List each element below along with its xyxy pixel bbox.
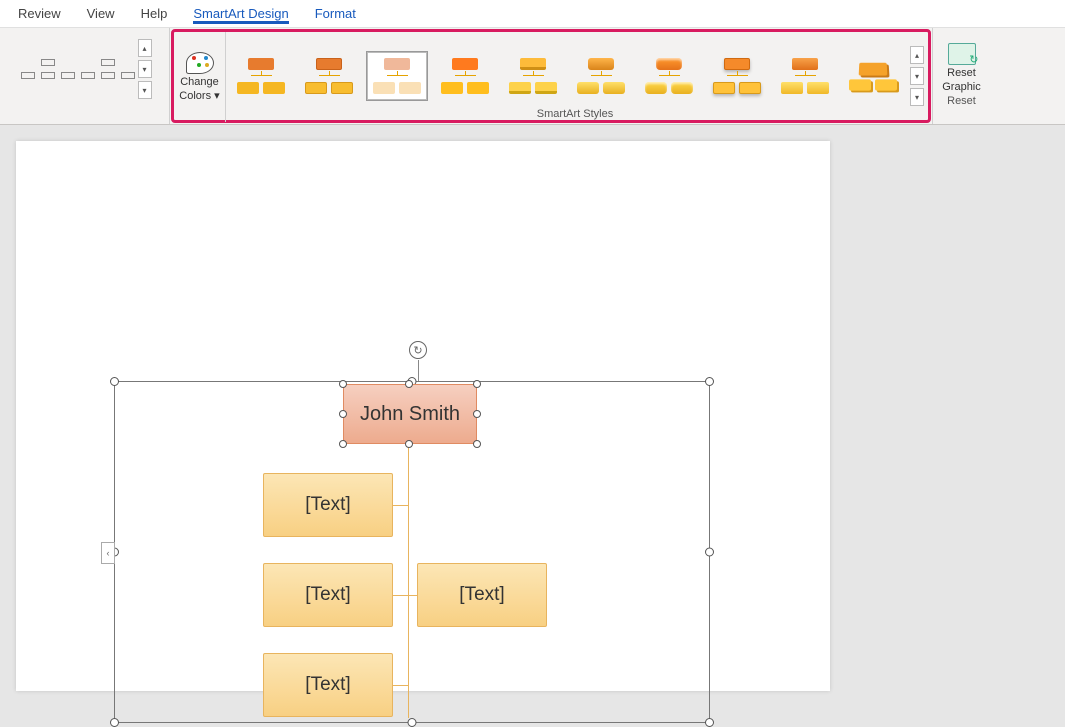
style-thumb-7[interactable]: [638, 51, 700, 101]
layouts-group-label: [0, 110, 169, 124]
node-handle[interactable]: [473, 380, 481, 388]
style-thumb-6[interactable]: [570, 51, 632, 101]
smartart-node-child-3[interactable]: [Text]: [417, 563, 547, 627]
styles-scroll-down[interactable]: ▾: [910, 67, 924, 85]
chevron-down-icon: ▾: [214, 90, 220, 102]
layouts-more[interactable]: ▾: [138, 81, 152, 99]
document-area: ↻ ‹ John Smith: [0, 125, 1065, 691]
style-thumb-4[interactable]: [434, 51, 496, 101]
text-pane-toggle[interactable]: ‹: [101, 542, 115, 564]
smartart-node-child-2[interactable]: [Text]: [263, 563, 393, 627]
styles-gallery-controls: ▴ ▾ ▾: [910, 46, 924, 106]
tab-review[interactable]: Review: [18, 4, 61, 23]
style-thumb-2[interactable]: [298, 51, 360, 101]
smartart-styles-group-label: SmartArt Styles: [175, 108, 975, 120]
reset-graphic-label-2: Graphic: [942, 81, 981, 93]
change-colors-label-2: Colors ▾: [179, 90, 219, 102]
smartart-node-child-1[interactable]: [Text]: [263, 473, 393, 537]
node-handle[interactable]: [405, 380, 413, 388]
smartart-node-child-4[interactable]: [Text]: [263, 653, 393, 717]
tab-view[interactable]: View: [87, 4, 115, 23]
resize-handle-r[interactable]: [705, 548, 714, 557]
layouts-scroll-down[interactable]: ▾: [138, 60, 152, 78]
resize-handle-b[interactable]: [408, 718, 417, 727]
smartart-selection-frame[interactable]: ‹ John Smith [Text] [Text] [Text] [Text]: [114, 381, 710, 723]
ribbon: ▴ ▾ ▾ Change Colors ▾: [0, 28, 1065, 125]
layouts-scroll-up[interactable]: ▴: [138, 39, 152, 57]
palette-icon: [186, 52, 214, 74]
node-handle[interactable]: [405, 440, 413, 448]
connector-h1: [393, 505, 408, 506]
document-page[interactable]: ↻ ‹ John Smith: [16, 141, 830, 691]
resize-handle-bl[interactable]: [110, 718, 119, 727]
tab-smartart-design[interactable]: SmartArt Design: [193, 4, 288, 24]
reset-graphic-button[interactable]: Reset Graphic: [942, 43, 981, 93]
node-handle[interactable]: [339, 380, 347, 388]
node-handle[interactable]: [473, 410, 481, 418]
resize-handle-br[interactable]: [705, 718, 714, 727]
reset-group-label: Reset: [935, 95, 988, 109]
change-colors-label-1: Change: [180, 76, 219, 88]
ribbon-tabs: Review View Help SmartArt Design Format: [0, 0, 1065, 28]
tab-format[interactable]: Format: [315, 4, 356, 23]
connector-h3: [393, 685, 408, 686]
layouts-gallery-controls: ▴ ▾ ▾: [138, 39, 152, 99]
rotate-handle[interactable]: ↻: [409, 341, 427, 359]
layout-thumb-2[interactable]: [78, 45, 138, 93]
style-thumb-9[interactable]: [774, 51, 836, 101]
smartart-styles-gallery: ▴ ▾ ▾: [226, 32, 928, 120]
resize-handle-tr[interactable]: [705, 377, 714, 386]
reset-graphic-label-1: Reset: [947, 67, 976, 79]
smartart-node-root[interactable]: John Smith: [343, 384, 477, 444]
reset-graphic-icon: [948, 43, 976, 65]
resize-handle-tl[interactable]: [110, 377, 119, 386]
style-thumb-1[interactable]: [230, 51, 292, 101]
node-handle[interactable]: [339, 410, 347, 418]
style-thumb-10[interactable]: [842, 51, 904, 101]
styles-more[interactable]: ▾: [910, 88, 924, 106]
style-thumb-8[interactable]: [706, 51, 768, 101]
tab-help[interactable]: Help: [141, 4, 168, 23]
connector-h2: [393, 595, 417, 596]
layout-thumb-1[interactable]: [18, 45, 78, 93]
node-handle[interactable]: [339, 440, 347, 448]
layouts-group: ▴ ▾ ▾: [0, 28, 170, 124]
connector-vertical: [408, 444, 409, 718]
style-thumb-5[interactable]: [502, 51, 564, 101]
style-thumb-3[interactable]: [366, 51, 428, 101]
styles-scroll-up[interactable]: ▴: [910, 46, 924, 64]
node-handle[interactable]: [473, 440, 481, 448]
